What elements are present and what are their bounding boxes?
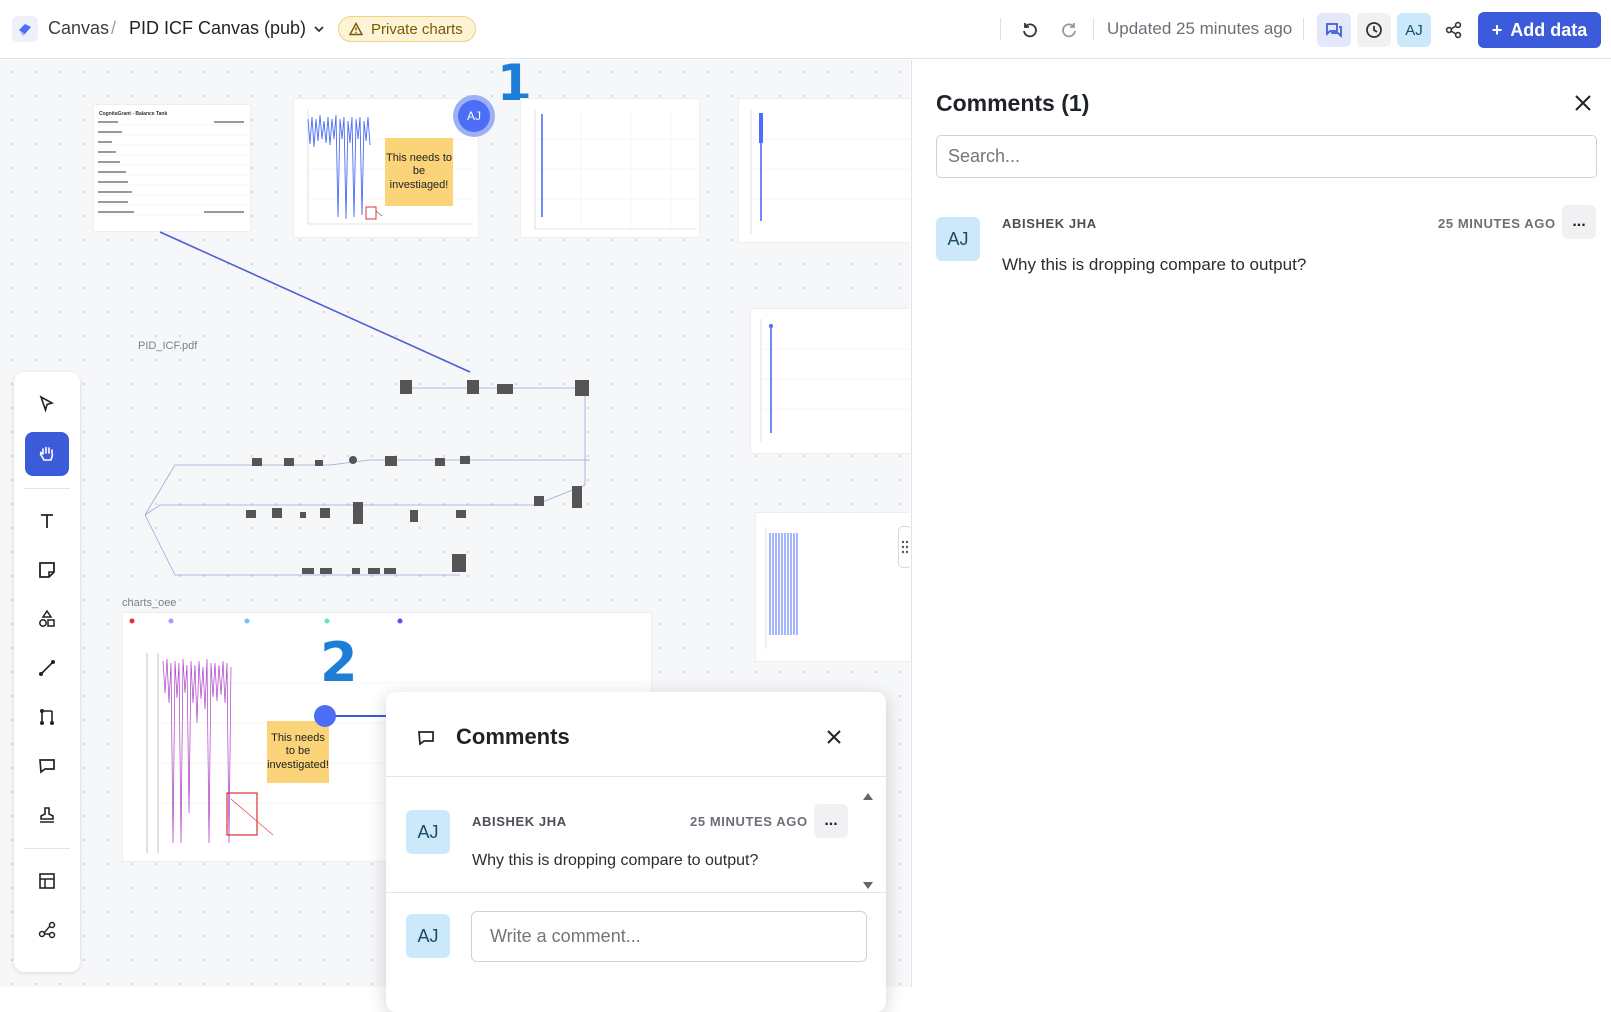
user-avatar[interactable]: AJ — [1397, 13, 1431, 47]
text-tool[interactable] — [25, 499, 69, 543]
shapes-tool[interactable] — [25, 597, 69, 641]
reply-avatar: AJ — [406, 914, 450, 958]
popup-title: Comments — [456, 724, 570, 749]
top-bar: Canvas / PID ICF Canvas (pub) Private ch… — [0, 0, 1611, 59]
charts-oee-label: charts_oee — [122, 597, 177, 609]
divider — [1093, 18, 1094, 40]
annotation-2: 2 — [320, 631, 358, 694]
divider — [1000, 18, 1001, 40]
comment-more-button[interactable]: ... — [1562, 205, 1596, 239]
comment-time: 25 MINUTES AGO — [1438, 216, 1556, 231]
popup-comment-author: ABISHEK JHA — [472, 814, 567, 829]
comments-panel-title: Comments (1) — [936, 90, 1090, 116]
popup-comment-time: 25 MINUTES AGO — [690, 814, 808, 829]
close-panel-icon[interactable] — [1572, 92, 1594, 119]
canvas-name[interactable]: PID ICF Canvas (pub) — [129, 18, 306, 39]
sticky-note-tool[interactable] — [25, 548, 69, 592]
hand-tool[interactable] — [25, 432, 69, 476]
stamp-tool[interactable] — [25, 793, 69, 837]
popup-comment-avatar: AJ — [406, 810, 450, 854]
history-icon[interactable] — [1357, 13, 1391, 47]
select-tool[interactable] — [25, 382, 69, 426]
comment-text: Why this is dropping compare to output? — [1002, 255, 1307, 274]
pid-diagram[interactable] — [140, 350, 660, 600]
graph-tool[interactable] — [25, 908, 69, 952]
scroll-down-icon[interactable] — [862, 878, 874, 896]
comment-icon — [416, 728, 436, 753]
add-data-button[interactable]: + Add data — [1478, 12, 1601, 48]
undo-icon[interactable] — [1013, 13, 1047, 47]
add-data-label: Add data — [1510, 19, 1588, 40]
redo-icon[interactable] — [1052, 13, 1086, 47]
close-popup-icon[interactable] — [823, 726, 845, 753]
badge-label: Private charts — [371, 20, 463, 38]
line-tool[interactable] — [25, 646, 69, 690]
toolbar-divider — [24, 848, 70, 849]
comment-tool[interactable] — [25, 744, 69, 788]
private-charts-badge[interactable]: Private charts — [338, 16, 476, 42]
updated-status: Updated 25 minutes ago — [1107, 19, 1293, 38]
comments-search-input[interactable] — [936, 135, 1597, 178]
connector-tool[interactable] — [25, 695, 69, 739]
write-comment-input[interactable] — [471, 911, 867, 962]
comments-panel: Comments (1) AJ ABISHEK JHA 25 MINUTES A… — [911, 60, 1611, 987]
chevron-down-icon[interactable] — [312, 22, 326, 41]
warning-icon — [349, 22, 363, 36]
comments-toggle-icon[interactable] — [1317, 13, 1351, 47]
popup-divider — [386, 776, 886, 777]
left-toolbar — [14, 372, 80, 972]
sticky-note-2[interactable]: This needs to be investigated! — [267, 721, 329, 783]
comment-author: ABISHEK JHA — [1002, 216, 1097, 231]
popup-comment-more-button[interactable]: ... — [814, 804, 848, 838]
popup-divider — [386, 892, 886, 893]
table-tool[interactable] — [25, 859, 69, 903]
plus-icon: + — [1491, 19, 1503, 40]
comment-popup: Comments AJ ABISHEK JHA 25 MINUTES AGO .… — [386, 692, 886, 1012]
app-logo-icon[interactable] — [12, 16, 38, 42]
breadcrumb-separator: / — [111, 18, 117, 38]
comment-avatar: AJ — [936, 217, 980, 261]
divider — [1303, 18, 1304, 40]
popup-comment-text: Why this is dropping compare to output? — [472, 852, 759, 869]
share-icon[interactable] — [1437, 13, 1471, 47]
breadcrumb-canvas[interactable]: Canvas — [48, 18, 109, 39]
comment-connector — [314, 705, 390, 727]
scroll-up-icon[interactable] — [862, 788, 874, 806]
toolbar-divider — [24, 488, 70, 489]
splitter-handle-icon[interactable] — [898, 526, 910, 568]
